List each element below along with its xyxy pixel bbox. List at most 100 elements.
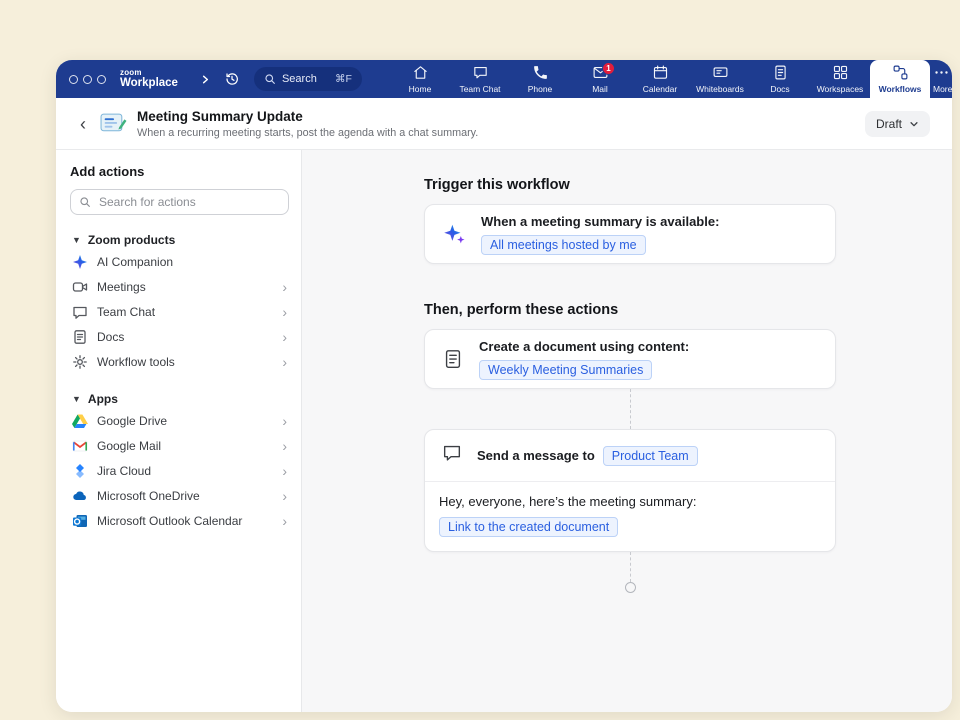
sidebar-item-docs[interactable]: Docs › xyxy=(70,324,289,349)
onedrive-icon xyxy=(72,488,88,504)
document-icon xyxy=(441,348,465,370)
nav-expand-button[interactable] xyxy=(200,74,211,85)
workspaces-icon xyxy=(832,64,849,81)
nav-tab-label: Home xyxy=(409,84,432,94)
video-camera-icon xyxy=(72,279,88,295)
chevron-right-icon: › xyxy=(282,355,287,369)
global-search-button[interactable]: Search ⌘F xyxy=(254,67,362,91)
trigger-scope-tag[interactable]: All meetings hosted by me xyxy=(481,235,646,255)
nav-tab-label: Workflows xyxy=(879,84,922,94)
sidebar-item-google-mail[interactable]: Google Mail › xyxy=(70,433,289,458)
google-drive-icon xyxy=(72,413,88,429)
nav-tab-label: Phone xyxy=(528,84,553,94)
logo-workplace-text: Workplace xyxy=(120,78,178,90)
draft-status-label: Draft xyxy=(876,117,902,131)
nav-tab-workflows[interactable]: Workflows xyxy=(870,60,930,98)
logo-zoom-text: zoom xyxy=(120,69,178,77)
chevron-right-icon: › xyxy=(282,280,287,294)
nav-tab-label: Calendar xyxy=(643,84,678,94)
flow-end-node xyxy=(625,582,636,593)
sidebar-item-workflow-tools[interactable]: Workflow tools › xyxy=(70,349,289,374)
team-chat-icon xyxy=(472,64,489,81)
nav-tab-workspaces[interactable]: Workspaces xyxy=(810,60,870,98)
nav-tab-calendar[interactable]: Calendar xyxy=(630,60,690,98)
message-recipient-tag[interactable]: Product Team xyxy=(603,446,698,466)
section-title: Zoom products xyxy=(88,233,175,247)
outlook-calendar-icon xyxy=(72,513,88,529)
message-body: Hey, everyone, here’s the meeting summar… xyxy=(425,482,835,551)
workflow-title-block: Meeting Summary Update When a recurring … xyxy=(137,109,478,139)
back-button[interactable]: ‹ xyxy=(74,111,92,137)
workflow-title: Meeting Summary Update xyxy=(137,109,478,124)
workflow-header: ‹ Meeting Summary Update When a recurrin… xyxy=(56,98,952,150)
workflow-subtitle: When a recurring meeting starts, post th… xyxy=(137,127,478,139)
document-content-tag[interactable]: Weekly Meeting Summaries xyxy=(479,360,652,380)
nav-tab-phone[interactable]: Phone xyxy=(510,60,570,98)
message-text: Hey, everyone, here’s the meeting summar… xyxy=(439,494,821,509)
nav-tab-label: Whiteboards xyxy=(696,84,744,94)
chevron-right-icon: › xyxy=(282,489,287,503)
actions-sidebar: Add actions ▼ Zoom products AI Companion xyxy=(56,150,302,712)
section-title: Apps xyxy=(88,392,118,406)
sidebar-item-microsoft-outlook-calendar[interactable]: Microsoft Outlook Calendar › xyxy=(70,508,289,533)
search-icon xyxy=(264,73,276,85)
nav-tab-team-chat[interactable]: Team Chat xyxy=(450,60,510,98)
sidebar-item-label: Google Drive xyxy=(97,414,167,428)
connector-dashed-line xyxy=(630,389,631,429)
sidebar-item-ai-companion[interactable]: AI Companion xyxy=(70,249,289,274)
actions-search-box[interactable] xyxy=(70,189,289,215)
workflow-flow-column: Trigger this workflow When a meeting sum… xyxy=(424,150,836,593)
sidebar-item-label: Team Chat xyxy=(97,305,155,319)
sidebar-item-jira-cloud[interactable]: Jira Cloud › xyxy=(70,458,289,483)
nav-tab-whiteboards[interactable]: Whiteboards xyxy=(690,60,750,98)
chat-bubble-icon xyxy=(72,304,88,320)
section-apps[interactable]: ▼ Apps xyxy=(70,390,289,408)
nav-left-cluster: zoom Workplace Search ⌘F xyxy=(56,60,362,98)
workflow-thumbnail-icon xyxy=(100,112,127,135)
chevron-right-icon: › xyxy=(282,464,287,478)
actions-search-input[interactable] xyxy=(97,194,280,210)
mail-unread-badge: 1 xyxy=(602,62,615,75)
nav-tab-label: Mail xyxy=(592,84,608,94)
desktop-frame: zoom Workplace Search ⌘F Home xyxy=(0,0,960,720)
sidebar-item-google-drive[interactable]: Google Drive › xyxy=(70,408,289,433)
nav-tabs: Home Team Chat Phone 1 Mail Calend xyxy=(390,60,952,98)
nav-tab-docs[interactable]: Docs xyxy=(750,60,810,98)
action-card-send-message[interactable]: Send a message to Product Team Hey, ever… xyxy=(424,429,836,552)
main-body: Add actions ▼ Zoom products AI Companion xyxy=(56,150,952,712)
sidebar-item-microsoft-onedrive[interactable]: Microsoft OneDrive › xyxy=(70,483,289,508)
trigger-card[interactable]: When a meeting summary is available: All… xyxy=(424,204,836,264)
section-zoom-products[interactable]: ▼ Zoom products xyxy=(70,231,289,249)
whiteboard-icon xyxy=(712,64,729,81)
gear-icon xyxy=(72,354,88,370)
nav-tab-mail[interactable]: 1 Mail xyxy=(570,60,630,98)
chevron-right-icon: › xyxy=(282,514,287,528)
sidebar-item-label: AI Companion xyxy=(97,255,173,269)
sidebar-item-label: Workflow tools xyxy=(97,355,175,369)
nav-tab-label: More xyxy=(933,84,952,94)
top-navbar: zoom Workplace Search ⌘F Home xyxy=(56,60,952,98)
gmail-icon xyxy=(72,438,88,454)
nav-tab-more[interactable]: More xyxy=(930,60,952,98)
draft-status-dropdown[interactable]: Draft xyxy=(865,111,930,137)
chat-bubble-icon xyxy=(441,442,463,469)
message-link-tag[interactable]: Link to the created document xyxy=(439,517,618,537)
chevron-right-icon: › xyxy=(282,305,287,319)
history-button[interactable] xyxy=(224,71,240,87)
history-icon xyxy=(224,71,240,87)
trigger-card-title: When a meeting summary is available: xyxy=(481,214,719,229)
sidebar-item-meetings[interactable]: Meetings › xyxy=(70,274,289,299)
sidebar-heading: Add actions xyxy=(70,164,289,179)
window-control-circle[interactable] xyxy=(69,75,78,84)
ai-sparkle-icon xyxy=(441,221,467,247)
window-control-circle[interactable] xyxy=(83,75,92,84)
search-label: Search xyxy=(282,73,317,85)
window-control-circle[interactable] xyxy=(97,75,106,84)
sidebar-item-label: Microsoft Outlook Calendar xyxy=(97,514,242,528)
action-card-create-document[interactable]: Create a document using content: Weekly … xyxy=(424,329,836,389)
nav-tab-label: Docs xyxy=(770,84,789,94)
nav-tab-home[interactable]: Home xyxy=(390,60,450,98)
sidebar-item-label: Google Mail xyxy=(97,439,161,453)
sidebar-item-team-chat[interactable]: Team Chat › xyxy=(70,299,289,324)
ai-companion-icon xyxy=(72,254,88,270)
